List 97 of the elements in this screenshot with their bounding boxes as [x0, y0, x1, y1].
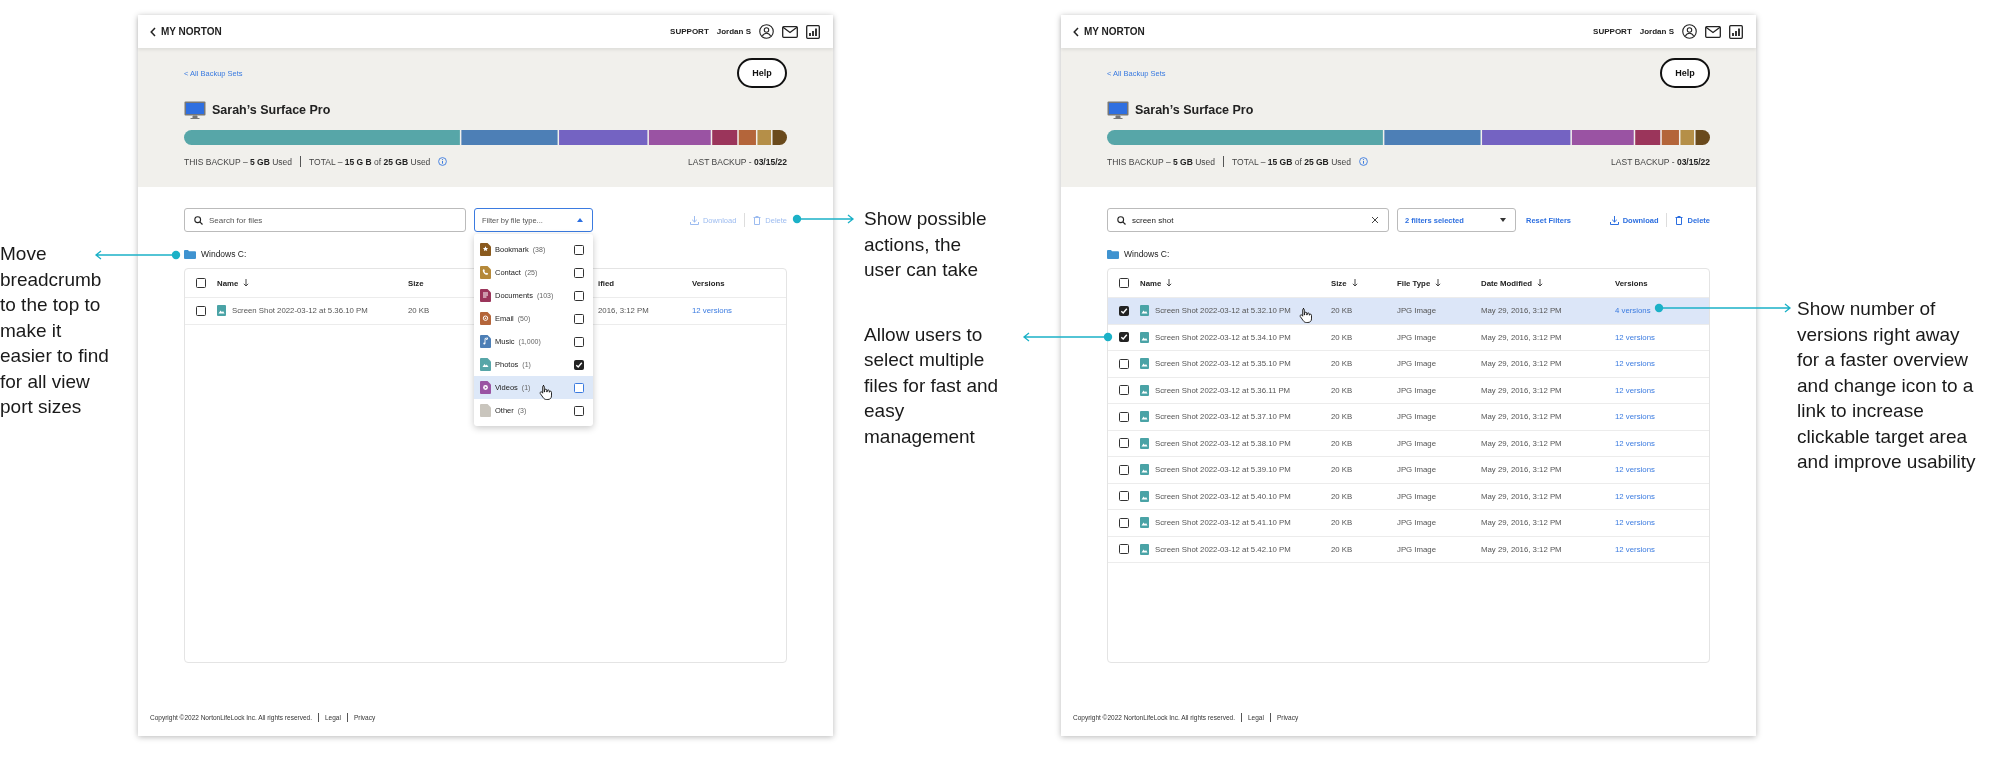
folder-breadcrumb[interactable]: Windows C: — [1124, 249, 1170, 259]
annotation-text: Show number of versions right away for a faster overview and change icon to a link to increase clickable target area and improve usability — [1797, 297, 1977, 474]
image-file-icon — [1140, 490, 1149, 502]
chevron-left-icon — [1073, 26, 1079, 37]
chevron-left-icon — [150, 26, 156, 37]
annotation-text: Allow users to select multiple files for fast and easy management — [864, 322, 1000, 449]
support-link[interactable]: SUPPORT — [670, 27, 709, 36]
sort-arrow-icon[interactable] — [1537, 279, 1544, 287]
download-icon — [689, 215, 699, 225]
backup-usage-text: THIS BACKUP – 5 GB Used — [1107, 156, 1216, 167]
checkbox[interactable] — [574, 382, 584, 393]
leader-line — [792, 214, 855, 224]
image-file-icon — [1140, 305, 1149, 317]
video-file-icon — [480, 381, 491, 394]
search-icon — [194, 215, 203, 225]
total-usage-text: TOTAL – 15 GB of 25 GB Used — [1232, 156, 1351, 167]
document-file-icon — [480, 289, 491, 302]
image-file-icon — [1140, 517, 1149, 529]
checkbox[interactable] — [1119, 385, 1129, 396]
image-file-icon — [1140, 384, 1149, 396]
help-button[interactable]: Help — [1660, 58, 1710, 88]
checkbox[interactable] — [1119, 305, 1129, 316]
account-icon[interactable] — [1682, 24, 1697, 39]
bar-chart-icon[interactable] — [1729, 24, 1743, 39]
checkbox[interactable] — [1119, 278, 1129, 288]
checkbox[interactable] — [1119, 517, 1129, 528]
checkbox[interactable] — [1119, 438, 1129, 449]
music-file-icon — [480, 335, 491, 348]
sort-arrow-icon[interactable] — [243, 279, 250, 287]
mail-icon[interactable] — [782, 25, 798, 38]
device-name: Sarah’s Surface Pro — [1135, 103, 1254, 117]
mail-icon[interactable] — [1705, 25, 1721, 38]
image-file-icon — [1140, 411, 1149, 423]
help-button[interactable]: Help — [737, 58, 787, 88]
back-link[interactable]: MY NORTON — [1073, 26, 1145, 37]
checkbox[interactable] — [574, 405, 584, 416]
checkbox[interactable] — [1119, 544, 1129, 555]
trash-icon — [1675, 215, 1684, 225]
backup-usage-text: THIS BACKUP – 5 GB Used — [184, 156, 293, 167]
sort-arrow-icon[interactable] — [1351, 279, 1358, 287]
checkbox[interactable] — [1119, 358, 1129, 369]
device-name: Sarah’s Surface Pro — [212, 103, 331, 117]
checkbox[interactable] — [574, 313, 584, 324]
user-name[interactable]: Jordan S — [1639, 27, 1674, 36]
contact-file-icon — [480, 266, 491, 279]
bar-chart-icon[interactable] — [806, 24, 820, 39]
checkbox[interactable] — [574, 336, 584, 347]
image-file-icon — [217, 305, 226, 317]
annotation-text: Show possible actions, the user can take — [864, 207, 988, 282]
last-backup-text: LAST BACKUP - 03/15/22 — [1611, 156, 1710, 167]
image-file-icon — [1140, 358, 1149, 370]
info-icon[interactable] — [438, 157, 448, 166]
folder-icon — [1107, 249, 1119, 259]
search-input[interactable]: Search for files — [209, 215, 456, 225]
checkbox[interactable] — [196, 305, 206, 316]
hand-pointer-icon — [538, 384, 552, 400]
checkbox[interactable] — [574, 290, 584, 301]
search-input[interactable]: screen shot — [1132, 215, 1365, 225]
search-icon — [1117, 215, 1126, 225]
clear-icon[interactable] — [1371, 216, 1379, 224]
folder-breadcrumb[interactable]: Windows C: — [201, 249, 247, 259]
photo-file-icon — [480, 358, 491, 371]
email-file-icon — [480, 312, 491, 325]
image-file-icon — [1140, 331, 1149, 343]
caret-down-icon — [1500, 218, 1506, 222]
image-file-icon — [1140, 464, 1149, 476]
sort-arrow-icon[interactable] — [1166, 279, 1173, 287]
download-icon — [1609, 215, 1619, 225]
checkbox[interactable] — [1119, 411, 1129, 422]
support-link[interactable]: SUPPORT — [1593, 27, 1632, 36]
image-file-icon — [1140, 437, 1149, 449]
checkbox[interactable] — [1119, 332, 1129, 343]
checkbox[interactable] — [574, 244, 584, 255]
back-link[interactable]: MY NORTON — [150, 26, 222, 37]
info-icon[interactable] — [1359, 157, 1368, 166]
caret-up-icon — [577, 218, 583, 222]
sort-arrow-icon[interactable] — [1435, 279, 1442, 287]
trash-icon — [753, 215, 762, 225]
search-field[interactable]: screen shot — [1107, 208, 1389, 232]
checkbox[interactable] — [1119, 491, 1129, 502]
search-field[interactable]: Search for files — [184, 208, 466, 232]
monitor-icon — [1107, 100, 1129, 120]
account-icon[interactable] — [759, 24, 774, 39]
checkbox[interactable] — [574, 359, 584, 370]
total-usage-text: TOTAL – 15 G B of 25 GB Used — [309, 156, 431, 167]
bookmark-file-icon — [480, 243, 491, 256]
folder-icon — [184, 249, 196, 259]
monitor-icon — [184, 100, 206, 120]
checkbox[interactable] — [1119, 464, 1129, 475]
last-backup-text: LAST BACKUP - 03/15/22 — [688, 156, 787, 167]
checkbox[interactable] — [574, 267, 584, 278]
hand-pointer-icon — [1298, 307, 1312, 323]
user-name[interactable]: Jordan S — [716, 27, 751, 36]
checkbox[interactable] — [196, 278, 206, 288]
annotation-text: Move breadcrumb to the top to make it easier to find for all view port sizes — [0, 242, 110, 419]
image-file-icon — [1140, 543, 1149, 555]
blank-file-icon — [480, 404, 491, 417]
